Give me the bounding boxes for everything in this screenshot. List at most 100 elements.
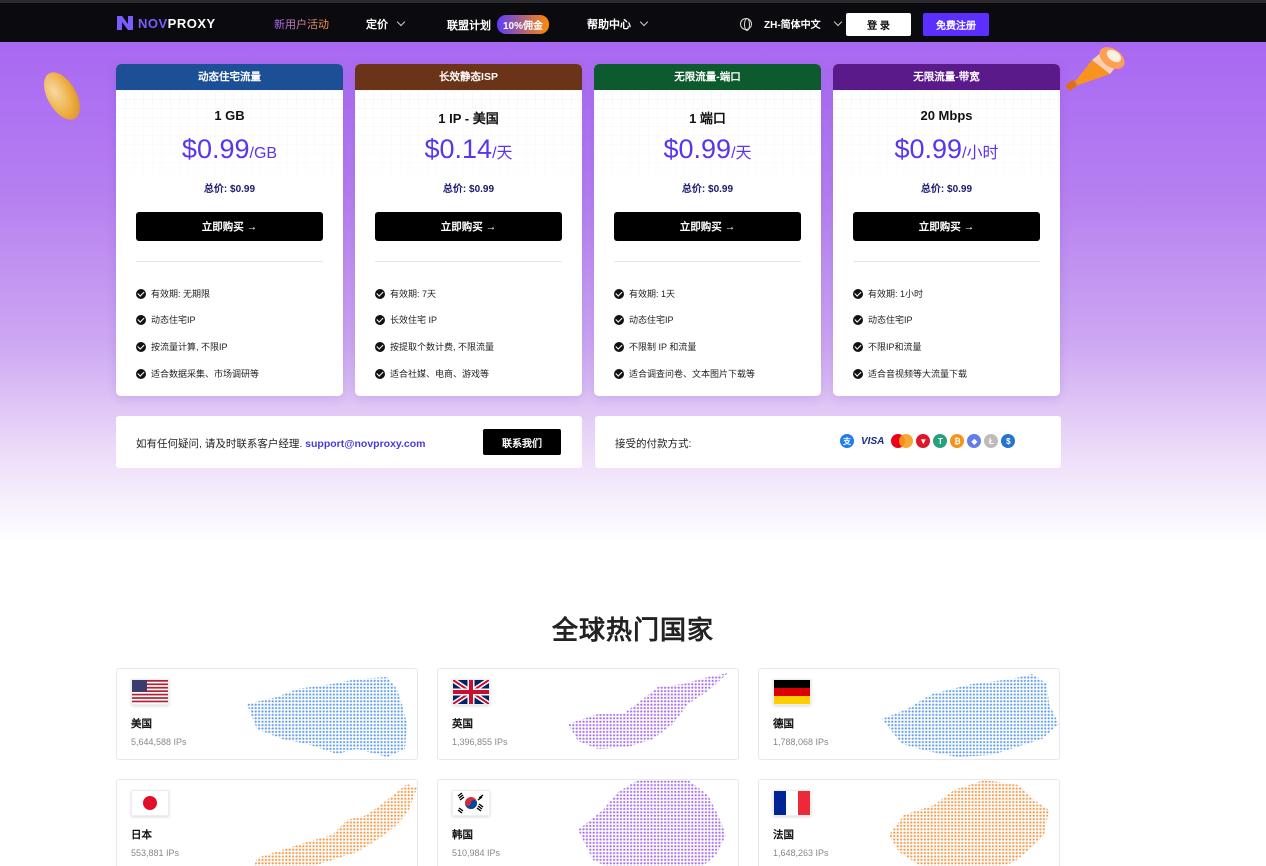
contact-us-button[interactable]: 联系我们 bbox=[483, 429, 561, 455]
plan-name: 1 IP - 美国 bbox=[438, 111, 499, 126]
jp-flag-icon bbox=[131, 790, 169, 816]
country-map-icon bbox=[882, 674, 1059, 757]
country-map-icon bbox=[568, 673, 728, 749]
country-name: 德国 bbox=[773, 718, 794, 730]
commission-badge: 10%佣金 bbox=[497, 15, 550, 34]
plan-feature: 按提取个数计费, 不限流量 bbox=[375, 340, 494, 353]
country-card[interactable]: 韩国 510,984 IPs bbox=[437, 779, 739, 866]
nav-affiliate-label: 联盟计划 bbox=[447, 19, 491, 32]
checkmark-icon bbox=[375, 341, 385, 352]
plan-feature: 适合音视频等大流量下载 bbox=[853, 367, 967, 380]
plan-feature: 有效期: 7天 bbox=[375, 287, 436, 300]
plan-name: 20 Mbps bbox=[920, 108, 973, 123]
globe-icon bbox=[740, 17, 752, 31]
plan-body: 1 GB $0.99/GB 总价: $0.99 立即购买 → 有效期: 无期限 … bbox=[116, 90, 343, 396]
divider bbox=[853, 261, 1040, 262]
nav-affiliate[interactable]: 联盟计划 10%佣金 bbox=[447, 15, 550, 34]
divider bbox=[136, 261, 323, 262]
pricing-card: 动态住宅流量 1 GB $0.99/GB 总价: $0.99 立即购买 → 有效… bbox=[116, 64, 343, 396]
plan-feature: 动态住宅IP bbox=[853, 313, 913, 326]
language-label: ZH-简体中文 bbox=[764, 20, 821, 31]
country-card[interactable]: 日本 553,881 IPs bbox=[116, 779, 418, 866]
country-card[interactable]: 美国 5,644,588 IPs bbox=[116, 668, 418, 760]
chevron-down-icon bbox=[833, 17, 842, 26]
tether-icon: T bbox=[933, 434, 948, 448]
de-flag-icon bbox=[773, 679, 811, 705]
bitcoin-icon: ₿ bbox=[950, 434, 965, 448]
checkmark-icon bbox=[614, 368, 624, 379]
country-card[interactable]: 法国 1,648,263 IPs bbox=[758, 779, 1060, 866]
checkmark-icon bbox=[136, 341, 146, 352]
country-name: 日本 bbox=[131, 829, 152, 841]
checkmark-icon bbox=[136, 288, 146, 299]
uk-flag-icon bbox=[452, 679, 490, 705]
ethereum-icon: ◆ bbox=[967, 434, 982, 448]
language-selector[interactable]: ZH-简体中文 bbox=[740, 16, 842, 31]
checkmark-icon bbox=[136, 368, 146, 379]
country-card[interactable]: 德国 1,788,068 IPs bbox=[758, 668, 1060, 760]
payment-methods-panel: 接受的付款方式: 支 VISA ▼ T ₿ ◆ Ł $ bbox=[595, 416, 1061, 468]
buy-now-button[interactable]: 立即购买 → bbox=[375, 212, 562, 241]
payment-methods-label: 接受的付款方式: bbox=[615, 438, 692, 450]
plan-feature: 有效期: 1小时 bbox=[853, 287, 923, 300]
buy-now-button[interactable]: 立即购买 → bbox=[614, 212, 801, 241]
plan-category-header: 动态住宅流量 bbox=[116, 64, 343, 90]
plan-price: $0.14/天 bbox=[424, 134, 513, 164]
alipay-icon: 支 bbox=[840, 434, 854, 448]
country-card[interactable]: 英国 1,396,855 IPs bbox=[437, 668, 739, 760]
country-name: 韩国 bbox=[452, 829, 473, 841]
nav-help-dropdown[interactable]: 帮助中心 bbox=[587, 16, 649, 32]
checkmark-icon bbox=[375, 368, 385, 379]
checkmark-icon bbox=[136, 314, 146, 325]
nav-pricing-dropdown[interactable]: 定价 bbox=[366, 16, 406, 32]
support-email-link[interactable]: support@novproxy.com bbox=[305, 438, 425, 450]
plan-body: 1 IP - 美国 $0.14/天 总价: $0.99 立即购买 → 有效期: … bbox=[355, 90, 582, 396]
plan-feature: 按流量计算, 不限IP bbox=[136, 340, 228, 353]
litecoin-icon: Ł bbox=[984, 434, 999, 448]
buy-now-button[interactable]: 立即购买 → bbox=[136, 212, 323, 241]
novproxy-logo-icon bbox=[117, 16, 133, 30]
kr-flag-icon bbox=[452, 790, 490, 816]
country-ip-count: 5,644,588 IPs bbox=[131, 737, 187, 747]
mastercard-icon bbox=[891, 434, 914, 448]
chevron-down-icon bbox=[396, 17, 406, 27]
country-ip-count: 1,788,068 IPs bbox=[773, 737, 829, 747]
country-ip-count: 510,984 IPs bbox=[452, 848, 501, 858]
plan-category-header: 无限流量-带宽 bbox=[833, 64, 1060, 90]
usdc-icon: $ bbox=[1001, 434, 1016, 448]
top-navigation-bar: NOVPROXY 新用户活动 定价 联盟计划 10%佣金 帮助中心 ZH-简体中… bbox=[0, 0, 1266, 42]
checkmark-icon bbox=[853, 314, 863, 325]
pricing-card: 无限流量-端口 1 端口 $0.99/天 总价: $0.99 立即购买 → 有效… bbox=[594, 64, 821, 396]
signup-button[interactable]: 免费注册 bbox=[923, 13, 989, 36]
login-button[interactable]: 登 录 bbox=[846, 13, 911, 36]
plan-feature: 适合调查问卷、文本图片下载等 bbox=[614, 367, 755, 380]
plan-feature: 适合数据采集、市场调研等 bbox=[136, 367, 259, 380]
plan-feature: 动态住宅IP bbox=[614, 313, 674, 326]
brand-name: NOVPROXY bbox=[138, 15, 216, 31]
nav-promo-label: 新用户活动 bbox=[274, 16, 329, 32]
plan-price: $0.99/小时 bbox=[894, 134, 999, 164]
nav-help-label: 帮助中心 bbox=[587, 19, 631, 31]
plan-price: $0.99/GB bbox=[181, 134, 278, 164]
plan-price: $0.99/天 bbox=[663, 134, 752, 164]
megaphone-icon bbox=[1066, 47, 1125, 91]
buy-now-button[interactable]: 立即购买 → bbox=[853, 212, 1040, 241]
pricing-card: 长效静态ISP 1 IP - 美国 $0.14/天 总价: $0.99 立即购买… bbox=[355, 64, 582, 396]
country-ip-count: 1,648,263 IPs bbox=[773, 848, 829, 858]
country-map-icon bbox=[889, 780, 1049, 866]
checkmark-icon bbox=[853, 368, 863, 379]
country-map-icon bbox=[247, 677, 407, 757]
plan-feature: 适合社媒、电商、游戏等 bbox=[375, 367, 489, 380]
plan-total-price: 总价: $0.99 bbox=[442, 184, 495, 195]
checkmark-icon bbox=[853, 288, 863, 299]
fr-flag-icon bbox=[773, 790, 811, 816]
visa-icon: VISA bbox=[861, 435, 885, 447]
plan-feature: 有效期: 1天 bbox=[614, 287, 675, 300]
plan-name: 1 GB bbox=[214, 108, 245, 123]
support-contact-panel: 如有任何疑问, 请及时联系客户经理. support@novproxy.com … bbox=[116, 416, 582, 468]
plan-category-header: 长效静态ISP bbox=[355, 64, 582, 90]
brand-logo[interactable]: NOVPROXY bbox=[116, 13, 216, 33]
nav-new-user-promo[interactable]: 新用户活动 bbox=[274, 16, 329, 32]
plan-total-price: 总价: $0.99 bbox=[920, 184, 973, 195]
checkmark-icon bbox=[853, 341, 863, 352]
